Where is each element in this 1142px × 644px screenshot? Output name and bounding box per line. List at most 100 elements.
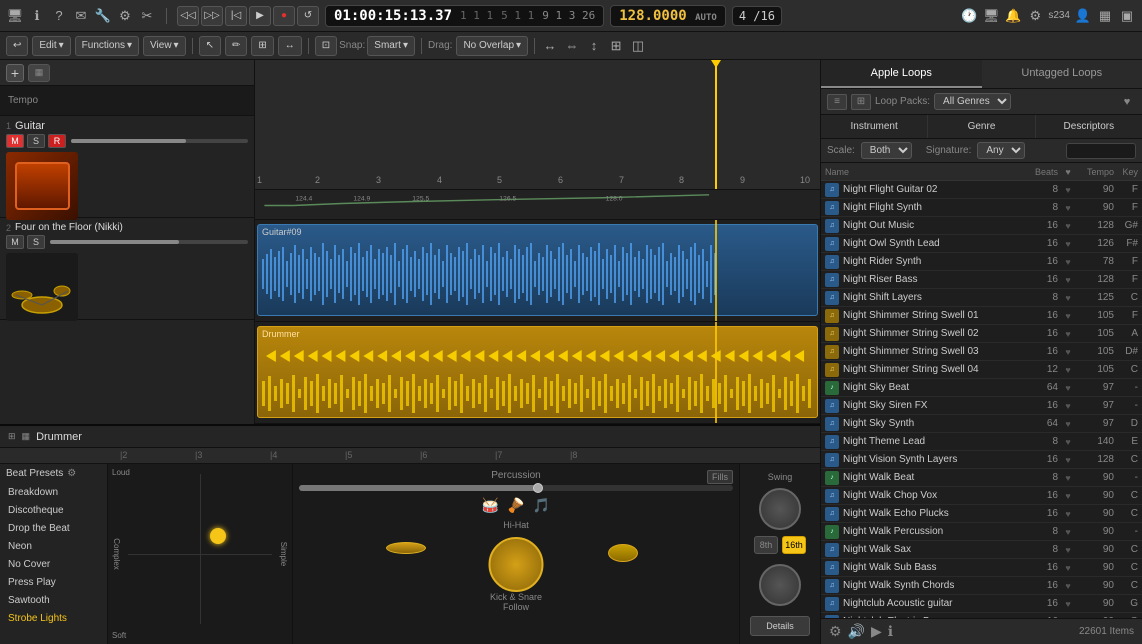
loop-fav[interactable]: ♥ <box>1062 527 1074 537</box>
toolbar-view[interactable]: View ▾ <box>143 36 186 56</box>
app-icon-6[interactable]: ⚙ <box>116 7 134 25</box>
loop-fav[interactable]: ♥ <box>1062 545 1074 555</box>
loop-item[interactable]: ♫Night Vision Synth Layers16♥128C <box>821 451 1142 469</box>
swing-knob[interactable] <box>759 488 801 530</box>
loop-item[interactable]: ♫Night Rider Synth16♥78F <box>821 253 1142 271</box>
drummer-clip[interactable]: Drummer <box>257 326 818 418</box>
icon-monitor[interactable]: 🖥 <box>982 7 1000 25</box>
app-icon-4[interactable]: ✉ <box>72 7 90 25</box>
preset-breakdown[interactable]: Breakdown <box>6 483 101 501</box>
loop-item[interactable]: ♫Night Walk Synth Chords16♥90C <box>821 577 1142 595</box>
rewind-button[interactable]: ◁◁ <box>177 6 199 26</box>
preset-sawtooth[interactable]: Sawtooth <box>6 591 101 609</box>
fast-forward-button[interactable]: ▷▷ <box>201 6 223 26</box>
preset-dropthebeat[interactable]: Drop the Beat <box>6 519 101 537</box>
loop-item[interactable]: ♫Night Shimmer String Swell 0216♥105A <box>821 325 1142 343</box>
drummer-panel-icon2[interactable]: ▦ <box>22 431 31 442</box>
toolbar-pointer[interactable]: ↖ <box>199 36 221 56</box>
loop-item[interactable]: ♪Night Walk Percussion8♥90- <box>821 523 1142 541</box>
icon-settings2[interactable]: ⚙ <box>1026 7 1044 25</box>
loop-fav[interactable]: ♥ <box>1062 401 1074 411</box>
loop-fav[interactable]: ♥ <box>1062 437 1074 447</box>
loop-item[interactable]: ♫Night Walk Chop Vox16♥90C <box>821 487 1142 505</box>
perc-icon2[interactable]: 🪘 <box>507 497 524 514</box>
loop-item[interactable]: ♫Night Walk Sub Bass16♥90C <box>821 559 1142 577</box>
loop-item[interactable]: ♫Night Walk Echo Plucks16♥90C <box>821 505 1142 523</box>
loops-play-icon[interactable]: ▶ <box>871 623 882 640</box>
loop-fav[interactable]: ♥ <box>1062 563 1074 573</box>
preset-nocover[interactable]: No Cover <box>6 555 101 573</box>
icon-grid[interactable]: ▦ <box>1096 7 1114 25</box>
loop-item[interactable]: ♫Night Shimmer String Swell 0412♥105C <box>821 361 1142 379</box>
beat-16th[interactable]: 16th <box>782 536 806 554</box>
record-button[interactable]: ● <box>273 6 295 26</box>
toolbar-icon5[interactable]: ◫ <box>629 37 647 55</box>
loop-fav[interactable]: ♥ <box>1062 491 1074 501</box>
loop-fav[interactable]: ♥ <box>1062 599 1074 609</box>
loops-info-icon[interactable]: ℹ <box>888 623 893 640</box>
loop-view-btn1[interactable]: ≡ <box>827 94 847 110</box>
snap-value[interactable]: Smart ▾ <box>367 36 415 56</box>
snap-button[interactable]: ⊡ <box>315 36 337 56</box>
loop-item[interactable]: ♪Night Sky Beat64♥97- <box>821 379 1142 397</box>
track2-solo[interactable]: S <box>27 235 45 249</box>
loop-fav[interactable]: ♥ <box>1062 311 1074 321</box>
loop-item[interactable]: ♫Night Flight Synth8♥90F <box>821 199 1142 217</box>
track1-solo[interactable]: S <box>27 134 45 148</box>
icon-note[interactable]: 🔔 <box>1004 7 1022 25</box>
loop-item[interactable]: ♫Night Sky Siren FX16♥97- <box>821 397 1142 415</box>
loop-item[interactable]: ♫Night Owl Synth Lead16♥126F# <box>821 235 1142 253</box>
loop-fav[interactable]: ♥ <box>1062 203 1074 213</box>
app-icon-2[interactable]: ℹ <box>28 7 46 25</box>
icon-clock[interactable]: 🕐 <box>960 7 978 25</box>
loop-fav[interactable]: ♥ <box>1062 473 1074 483</box>
loop-fav[interactable]: ♥ <box>1062 275 1074 285</box>
loop-fav[interactable]: ♥ <box>1062 329 1074 339</box>
toolbar-icon1[interactable]: ↔ <box>541 37 559 55</box>
track1-mute[interactable]: M <box>6 134 24 148</box>
beat-presets-gear[interactable]: ⚙ <box>67 468 76 479</box>
filter-instrument[interactable]: Instrument <box>821 115 928 138</box>
toolbar-undo[interactable]: ↩ <box>6 36 28 56</box>
tab-apple-loops[interactable]: Apple Loops <box>821 60 982 88</box>
loop-fav[interactable]: ♥ <box>1062 347 1074 357</box>
loop-fav[interactable]: ♥ <box>1062 293 1074 303</box>
preset-discotheque[interactable]: Discotheque <box>6 501 101 519</box>
loop-fav[interactable]: ♥ <box>1062 239 1074 249</box>
icon-window[interactable]: ▣ <box>1118 7 1136 25</box>
app-icon-3[interactable]: ? <box>50 7 68 25</box>
perc-icon3[interactable]: 🎵 <box>533 497 550 514</box>
guitar-clip[interactable]: Guitar#09 <box>257 224 818 316</box>
loops-settings-icon[interactable]: ⚙ <box>829 623 842 640</box>
cycle-button[interactable]: ↺ <box>297 6 319 26</box>
kit-xy-pad[interactable]: Loud Soft Complex Simple <box>108 464 293 644</box>
toolbar-pencil[interactable]: ✏ <box>225 36 247 56</box>
app-icon-1[interactable]: 🖥 <box>6 7 24 25</box>
loop-item[interactable]: ♫Night Shimmer String Swell 0116♥105F <box>821 307 1142 325</box>
loop-item[interactable]: ♫Night Shift Layers8♥125C <box>821 289 1142 307</box>
perc-knob[interactable] <box>759 564 801 606</box>
loop-fav[interactable]: ♥ <box>1062 365 1074 375</box>
filter-genre[interactable]: Genre <box>928 115 1035 138</box>
app-icon-5[interactable]: 🔧 <box>94 7 112 25</box>
app-icon-7[interactable]: ✂ <box>138 7 156 25</box>
add-track-button[interactable]: + <box>6 64 24 82</box>
loops-heart-icon[interactable]: ♥ <box>1118 93 1136 111</box>
preset-strobelights[interactable]: Strobe Lights <box>6 609 101 627</box>
loop-fav[interactable]: ♥ <box>1062 221 1074 231</box>
drag-value[interactable]: No Overlap ▾ <box>456 36 528 56</box>
loop-fav[interactable]: ♥ <box>1062 581 1074 591</box>
toolbar-icon3[interactable]: ↕ <box>585 37 603 55</box>
sig-select[interactable]: Any <box>977 142 1025 159</box>
loop-fav[interactable]: ♥ <box>1062 419 1074 429</box>
loop-item[interactable]: ♫Night Theme Lead8♥140E <box>821 433 1142 451</box>
track1-record[interactable]: R <box>48 134 66 148</box>
loop-view-btn2[interactable]: ⊞ <box>851 94 871 110</box>
play-button[interactable]: ▶ <box>249 6 271 26</box>
loop-fav[interactable]: ♥ <box>1062 383 1074 393</box>
loops-volume-icon[interactable]: 🔊 <box>848 623 865 640</box>
loop-fav[interactable]: ♥ <box>1062 185 1074 195</box>
loop-item[interactable]: ♪Night Walk Beat8♥90- <box>821 469 1142 487</box>
track1-volume[interactable] <box>71 139 248 143</box>
track2-mute[interactable]: M <box>6 235 24 249</box>
